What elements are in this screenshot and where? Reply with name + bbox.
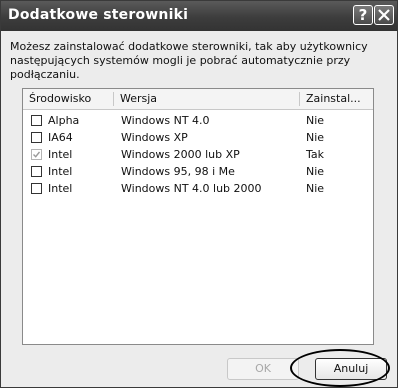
cell-version: Windows 2000 lub XP <box>121 148 240 161</box>
row-checkbox[interactable] <box>31 149 42 160</box>
cell-environment: IA64 <box>48 131 73 144</box>
cell-version: Windows NT 4.0 <box>121 114 210 127</box>
table-row[interactable]: Alpha Windows NT 4.0 Nie <box>23 113 373 130</box>
list-header: Środowisko Wersja Zainstal... <box>23 89 373 110</box>
help-icon: ? <box>358 6 368 24</box>
cell-version: Windows NT 4.0 lub 2000 <box>121 182 262 195</box>
cell-installed: Nie <box>306 165 325 178</box>
cell-environment: Intel <box>48 148 73 161</box>
cell-environment: Alpha <box>48 114 80 127</box>
highlight-ellipse <box>290 349 390 387</box>
close-icon <box>378 9 390 21</box>
close-button[interactable] <box>374 5 394 25</box>
row-checkbox[interactable] <box>31 166 42 177</box>
column-header-environment[interactable]: Środowisko <box>23 89 113 109</box>
cell-installed: Nie <box>306 131 325 144</box>
table-row[interactable]: Intel Windows NT 4.0 lub 2000 Nie <box>23 181 373 198</box>
dialog-title: Dodatkowe sterowniki <box>8 7 189 23</box>
checkmark-icon <box>33 151 40 158</box>
row-checkbox[interactable] <box>31 115 42 126</box>
cell-version: Windows XP <box>121 131 188 144</box>
help-button[interactable]: ? <box>353 5 373 25</box>
row-checkbox[interactable] <box>31 183 42 194</box>
dialog-window: Dodatkowe sterowniki ? Możesz zainstalow… <box>0 0 398 388</box>
column-header-installed[interactable]: Zainstal... <box>300 89 373 109</box>
table-row[interactable]: Intel Windows 95, 98 i Me Nie <box>23 164 373 181</box>
cell-installed: Nie <box>306 182 325 195</box>
table-row[interactable]: Intel Windows 2000 lub XP Tak <box>23 147 373 164</box>
cell-environment: Intel <box>48 182 73 195</box>
description-text: Możesz zainstalować dodatkowe sterowniki… <box>10 40 368 81</box>
column-header-version[interactable]: Wersja <box>114 89 299 109</box>
title-bar[interactable]: Dodatkowe sterowniki ? <box>1 1 397 31</box>
cell-version: Windows 95, 98 i Me <box>121 165 235 178</box>
cell-installed: Nie <box>306 114 325 127</box>
row-checkbox[interactable] <box>31 132 42 143</box>
ok-button[interactable]: OK <box>227 358 299 380</box>
table-row[interactable]: IA64 Windows XP Nie <box>23 130 373 147</box>
drivers-list[interactable]: Środowisko Wersja Zainstal... Alpha Wind… <box>22 88 374 345</box>
cell-installed: Tak <box>306 148 325 161</box>
cell-environment: Intel <box>48 165 73 178</box>
